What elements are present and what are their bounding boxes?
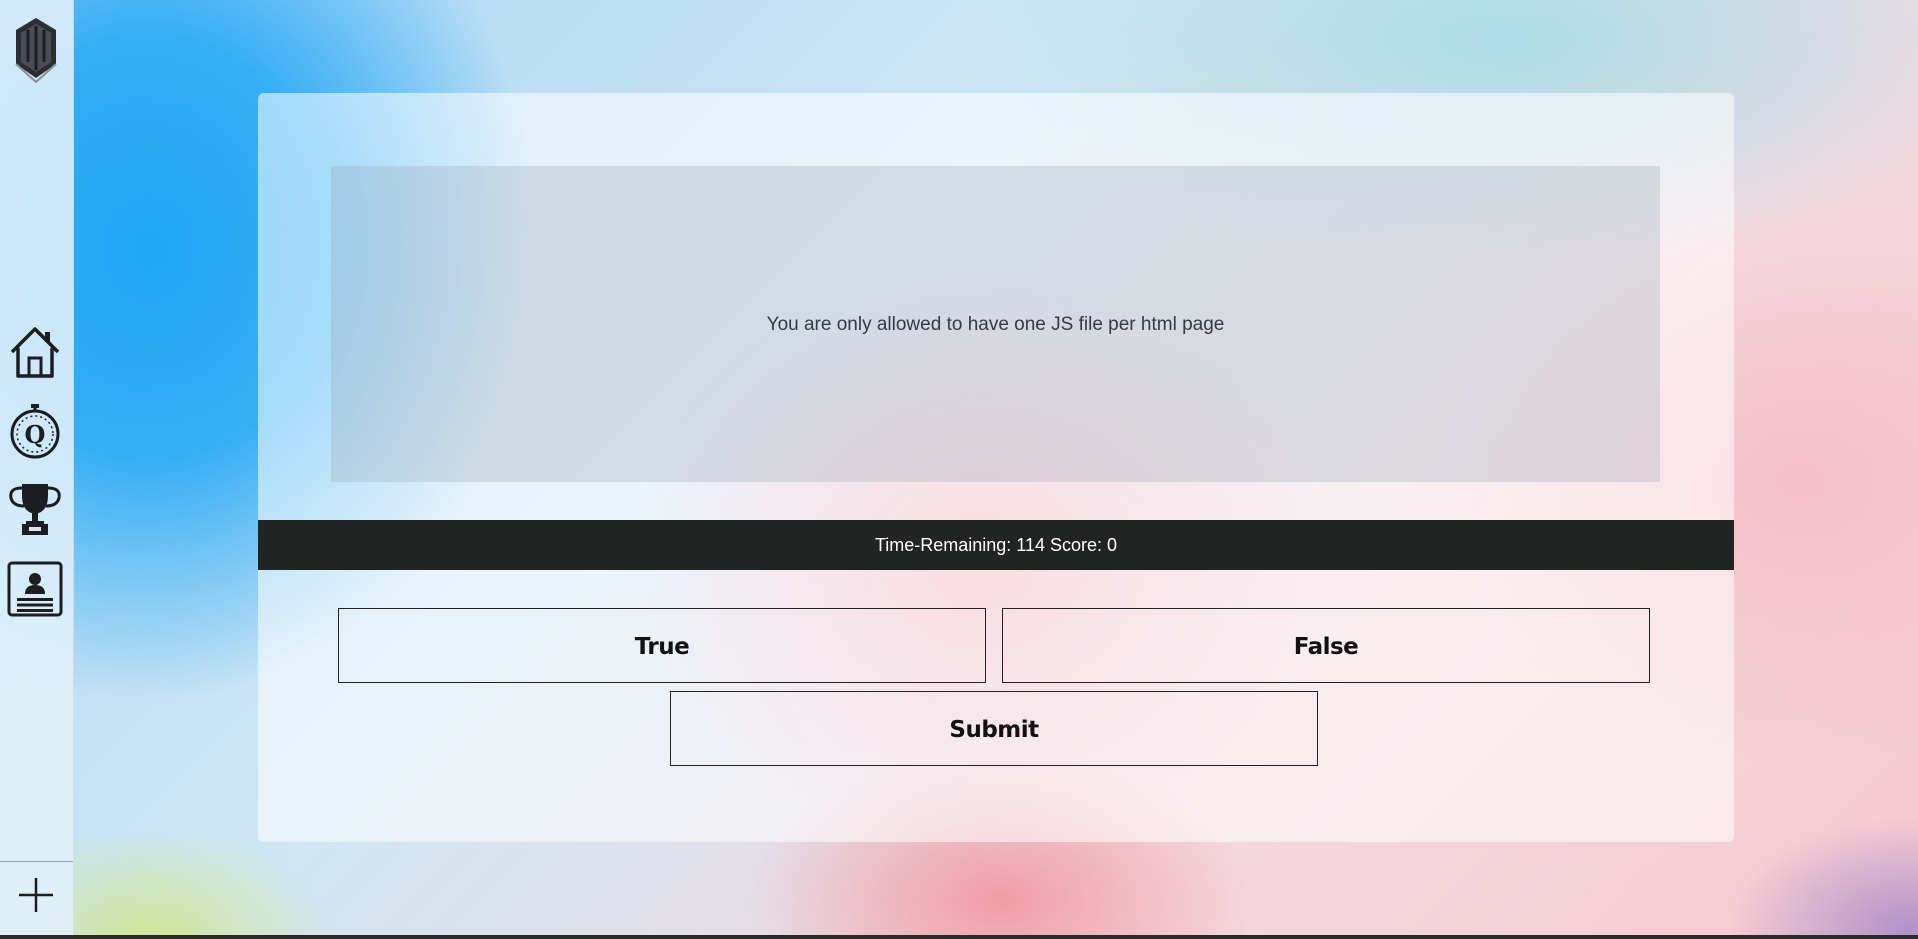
trophy-icon[interactable] (7, 480, 63, 536)
svg-text:Q: Q (25, 420, 46, 449)
shield-logo-icon (12, 16, 60, 84)
id-card-icon[interactable] (7, 561, 63, 617)
false-answer-button[interactable]: False (1002, 608, 1650, 683)
stopwatch-q-icon[interactable]: Q (7, 403, 63, 459)
sidebar-divider (0, 861, 73, 862)
house-icon[interactable] (7, 324, 63, 380)
taskbar-edge (0, 935, 1918, 939)
sidebar-nav: Q (0, 0, 74, 935)
submit-button[interactable]: Submit (670, 691, 1318, 766)
question-panel: You are only allowed to have one JS file… (331, 166, 1660, 482)
quiz-card: You are only allowed to have one JS file… (258, 93, 1734, 842)
status-bar: Time-Remaining: 114 Score: 0 (258, 520, 1734, 570)
plus-icon[interactable] (16, 875, 56, 915)
true-answer-button[interactable]: True (338, 608, 986, 683)
question-text: You are only allowed to have one JS file… (766, 314, 1225, 335)
